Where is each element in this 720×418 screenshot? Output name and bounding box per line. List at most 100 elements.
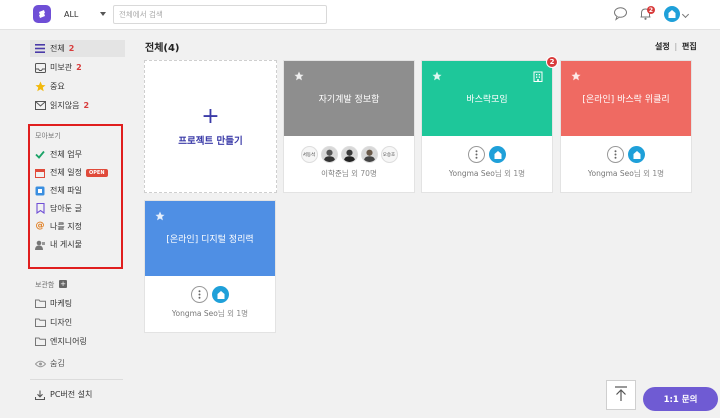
building-icon (533, 71, 543, 84)
owner-name: Yongma Seo (448, 169, 495, 178)
member-avatar (212, 286, 229, 303)
calendar-icon (34, 167, 46, 179)
owner-name: 이학준 (321, 169, 342, 178)
page-title: 전체(4) (145, 43, 180, 54)
sidebar-item-unread[interactable]: 읽지않음 2 (30, 97, 125, 114)
chevron-down-icon[interactable] (681, 10, 690, 19)
download-icon (34, 389, 46, 401)
chevron-down-icon (100, 12, 106, 16)
star-icon[interactable] (155, 211, 165, 223)
member-avatar (360, 146, 378, 163)
project-card[interactable]: [온라인] 디지털 정리력 Yongma Seo님 외 1명 (144, 200, 276, 333)
star-icon[interactable] (432, 71, 442, 83)
card-title: 자기계발 정보함 (318, 95, 380, 105)
project-card[interactable]: 바스락모임 2 Yongma Seo님 외 1명 (421, 56, 558, 193)
add-folder-icon[interactable]: + (59, 280, 67, 288)
notification-badge: 2 (647, 6, 655, 14)
arrow-up-icon (614, 386, 628, 404)
count-badge: 2 (68, 44, 75, 53)
sidebar-item-label: 숨김 (50, 359, 65, 368)
folder-label: 엔지니어링 (50, 337, 87, 346)
count-badge: 2 (83, 101, 90, 110)
sidebar-item-label: 전체 파일 (50, 186, 82, 195)
sidebar-item-label: 나를 지정 (50, 222, 82, 231)
folder-label: 마케팅 (50, 299, 73, 308)
plus-icon: + (201, 104, 220, 129)
inquiry-button[interactable]: 1:1 문의 (643, 387, 718, 411)
search-input[interactable] (113, 5, 327, 24)
scope-value: ALL (64, 10, 79, 19)
member-list (561, 146, 691, 163)
sidebar-item-label: 전체 일정 (50, 168, 82, 177)
install-label: PC버전 설치 (50, 390, 93, 399)
scope-dropdown[interactable]: ALL (59, 5, 114, 24)
bookmark-icon (34, 203, 46, 215)
card-footer: Yongma Seo님 외 1명 (561, 136, 691, 192)
star-icon[interactable] (294, 71, 304, 83)
sidebar-item-label: 내 게시물 (50, 240, 82, 249)
create-project-label: 프로젝트 만들기 (178, 136, 243, 147)
sidebar-item-mentions[interactable]: @ 나를 지정 (30, 218, 125, 235)
card-title: 바스락모임 (466, 95, 508, 105)
folder-icon (34, 317, 46, 329)
star-icon[interactable] (571, 71, 581, 83)
sidebar-item-hidden[interactable]: 숨김 (30, 355, 125, 372)
scroll-top-button[interactable] (606, 380, 636, 410)
member-list: 서동석 오승호 (284, 146, 414, 163)
sidebar-item-all-schedule[interactable]: 전체 일정 OPEN (30, 164, 125, 181)
sidebar-divider (30, 379, 123, 380)
user-avatar[interactable] (664, 6, 680, 22)
card-owner: 이학준님 외 70명 (284, 168, 414, 179)
folder-item[interactable]: 엔지니어링 (30, 333, 125, 350)
sidebar-item-unarchived[interactable]: 미보관 2 (30, 59, 125, 76)
sidebar-item-bookmarks[interactable]: 담아둔 글 (30, 200, 125, 217)
project-card[interactable]: 자기계발 정보함 서동석 오승호 이학준님 외 70명 (283, 60, 415, 193)
owner-suffix: 님 외 70명 (341, 169, 377, 178)
folder-item[interactable]: 마케팅 (30, 295, 125, 312)
owner-name: Yongma Seo (587, 169, 634, 178)
more-icon[interactable] (191, 286, 208, 303)
more-icon[interactable] (607, 146, 624, 163)
sidebar-item-all-tasks[interactable]: 전체 업무 (30, 146, 125, 163)
sidebar-item-label: 담아둔 글 (50, 204, 82, 213)
member-avatar (489, 146, 506, 163)
more-icon[interactable] (468, 146, 485, 163)
settings-link[interactable]: 설정 (655, 42, 670, 51)
sidebar-item-label: 전체 (50, 44, 65, 53)
member-avatar (628, 146, 645, 163)
eye-icon (34, 358, 46, 370)
sidebar-item-important[interactable]: 중요 (30, 78, 125, 95)
card-owner: Yongma Seo님 외 1명 (422, 168, 552, 179)
card-title: [온라인] 디지털 정리력 (166, 235, 254, 245)
folder-icon (34, 336, 46, 348)
folder-label: 디자인 (50, 318, 73, 327)
inbox-icon (34, 62, 46, 74)
owner-suffix: 님 외 1명 (217, 309, 249, 318)
header-links: 설정 | 편집 (655, 41, 697, 52)
member-list (145, 286, 275, 303)
open-badge: OPEN (85, 168, 108, 177)
top-bar: ALL 2 (0, 0, 720, 30)
edit-link[interactable]: 편집 (682, 42, 697, 51)
member-avatar (320, 146, 338, 163)
card-owner: Yongma Seo님 외 1명 (561, 168, 691, 179)
star-icon (34, 81, 46, 93)
card-footer: 서동석 오승호 이학준님 외 70명 (284, 136, 414, 192)
sidebar-item-label: 미보관 (50, 63, 73, 72)
at-icon: @ (35, 221, 45, 231)
storage-label: 보관함 (35, 281, 55, 289)
install-pc-button[interactable]: PC버전 설치 (30, 386, 125, 403)
sidebar-item-all[interactable]: 전체 2 (30, 40, 125, 57)
check-icon (34, 149, 46, 161)
sidebar-item-my-posts[interactable]: 내 게시물 (30, 236, 125, 253)
browse-label: 모아보기 (35, 132, 61, 140)
sidebar-item-all-files[interactable]: 전체 파일 (30, 182, 125, 199)
chat-icon[interactable] (613, 6, 628, 23)
card-owner: Yongma Seo님 외 1명 (145, 308, 275, 319)
owner-name: Yongma Seo (171, 309, 218, 318)
app-logo[interactable] (33, 5, 51, 23)
project-card[interactable]: [온라인] 바스락 위클리 Yongma Seo님 외 1명 (560, 60, 692, 193)
member-avatar (340, 146, 358, 163)
create-project-card[interactable]: + 프로젝트 만들기 (144, 60, 277, 193)
folder-item[interactable]: 디자인 (30, 314, 125, 331)
